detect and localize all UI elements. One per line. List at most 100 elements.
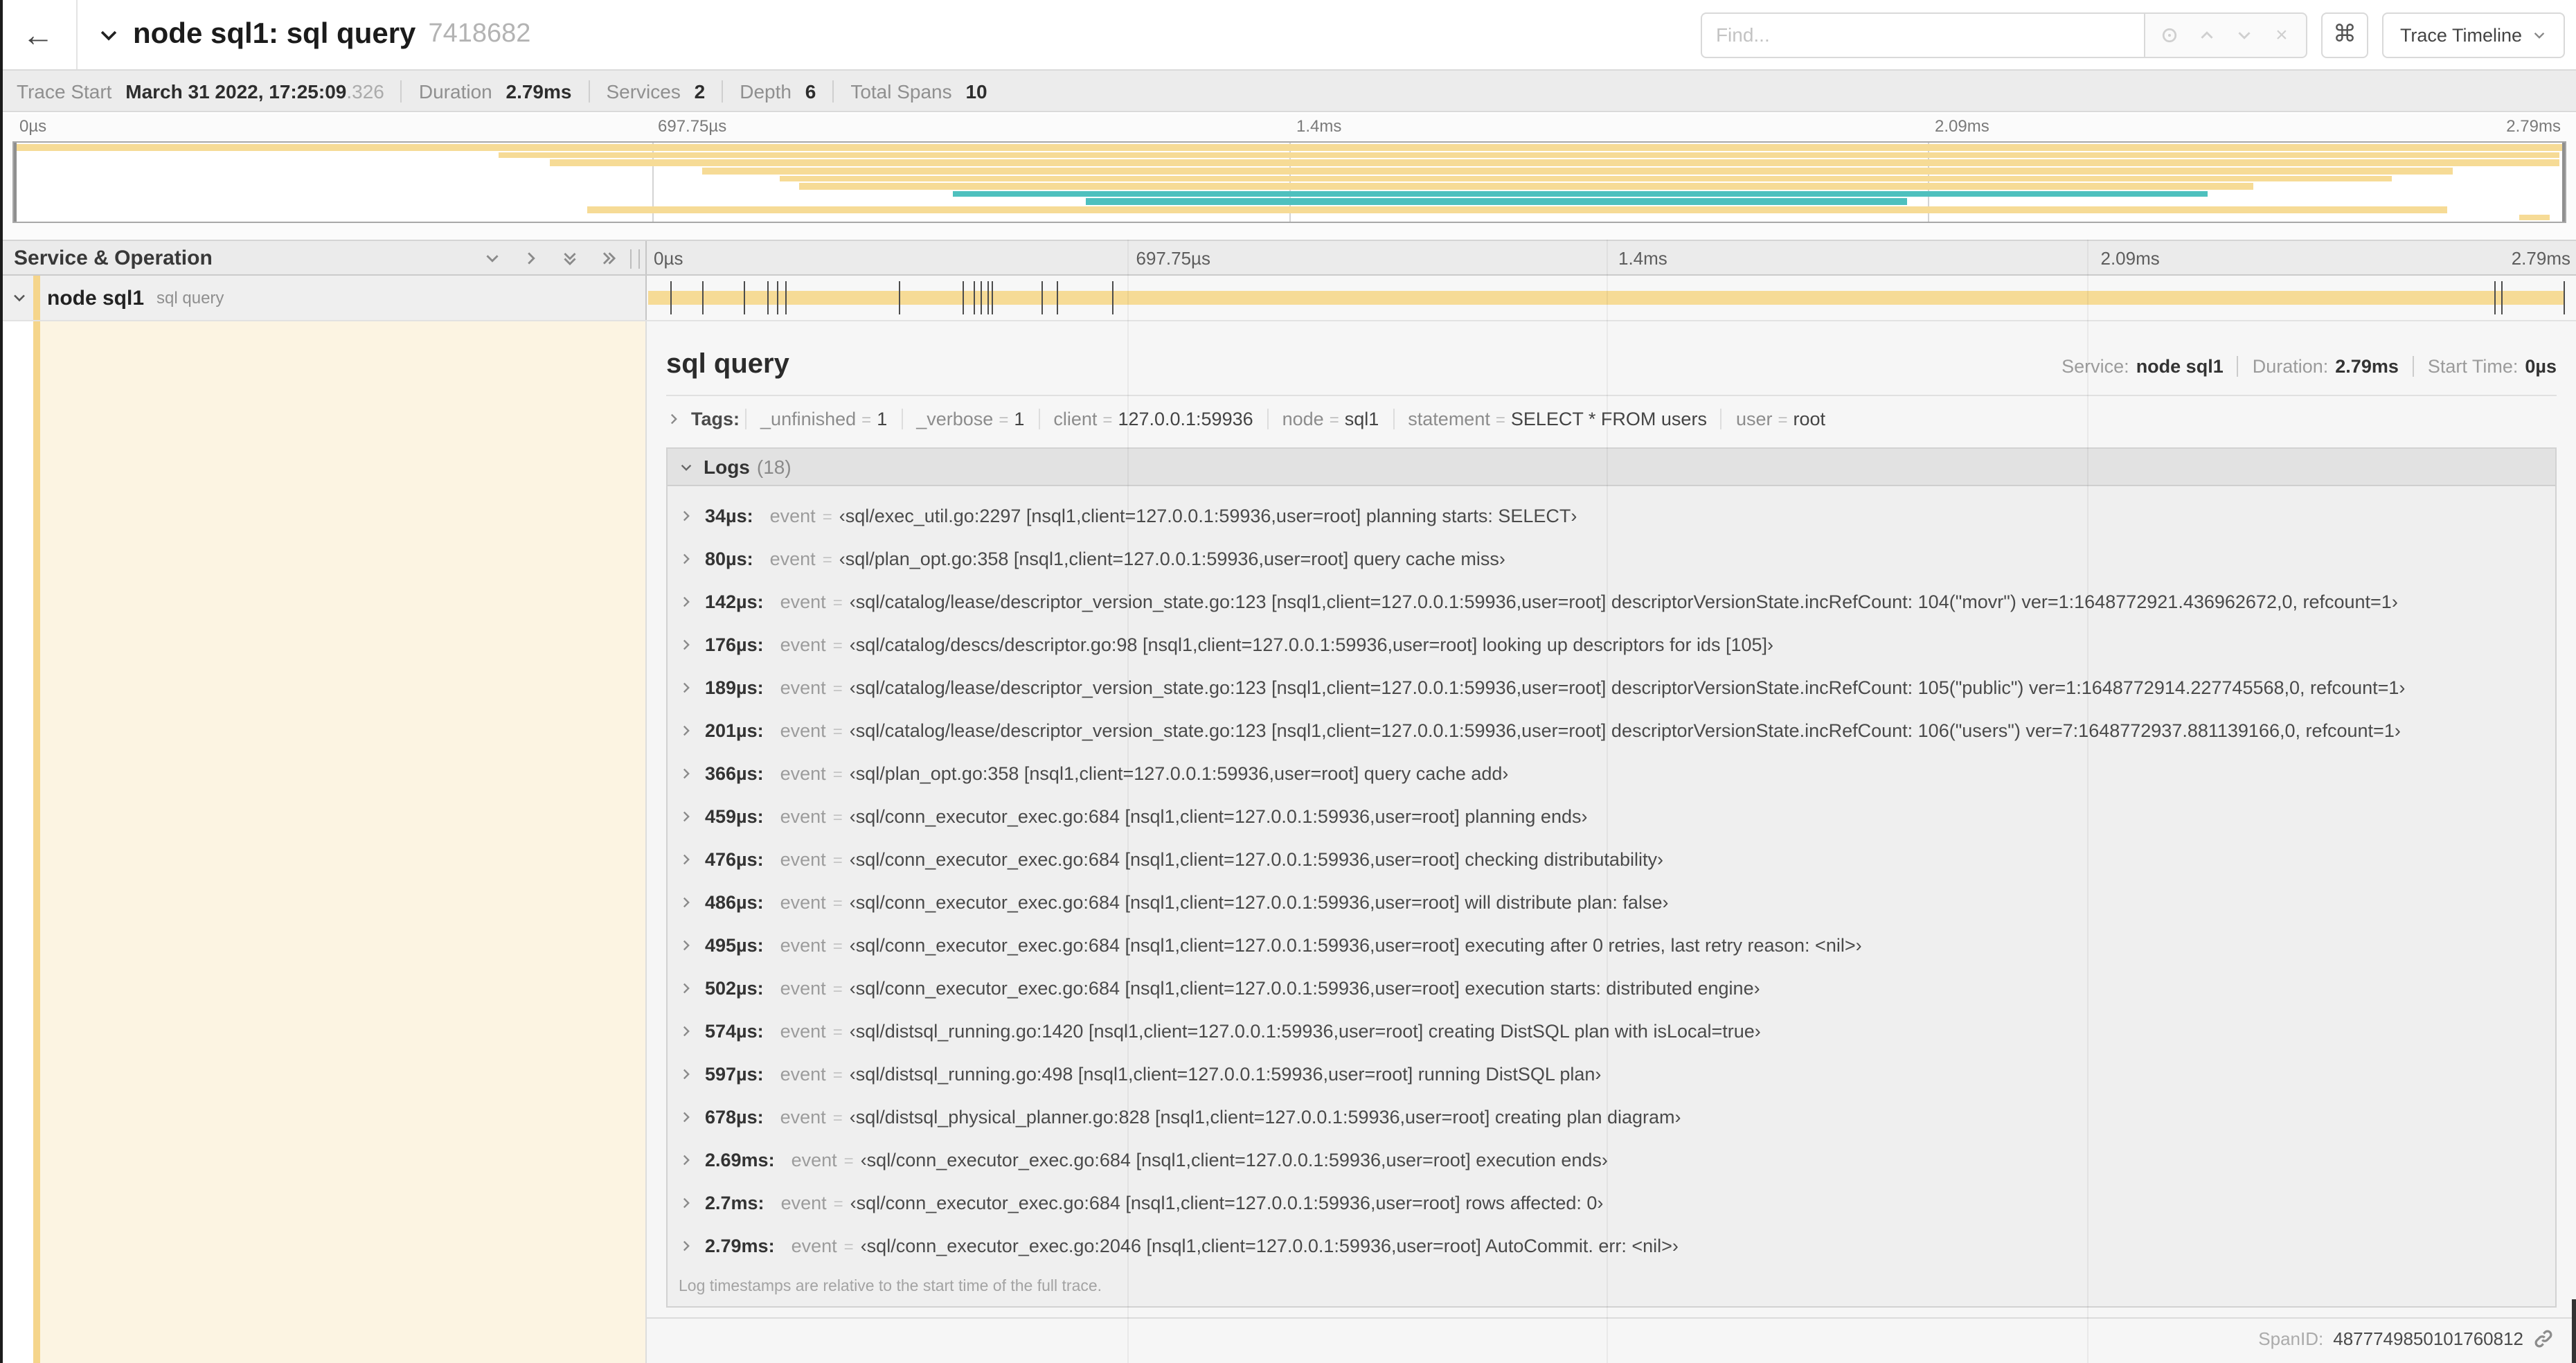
detail-meta-item: Service: node sql1: [2048, 356, 2237, 377]
view-selector-button[interactable]: Trace Timeline: [2381, 12, 2565, 57]
detail-gutter-white: [0, 321, 33, 1363]
log-expand-chevron-right-icon: [679, 508, 694, 524]
summary-value: 10: [965, 80, 987, 102]
log-expand-chevron-right-icon: [679, 938, 694, 953]
span-id-label: SpanID:: [2258, 1328, 2324, 1348]
tag-key: node: [1282, 409, 1324, 429]
trace-id: 7418682: [428, 19, 531, 48]
span-id-row: SpanID: 4877749850101760812: [666, 1319, 2557, 1357]
timeline-tick-label: 697.75µs: [1136, 248, 1211, 269]
log-row[interactable]: 574µs: event = ‹sql/distsql_running.go:1420…: [668, 1010, 2555, 1053]
log-field-value: ‹sql/conn_executor_exec.go:684 [nsql1,cl…: [849, 978, 1760, 999]
span-duration-bar[interactable]: [648, 281, 2565, 314]
log-equals: =: [832, 979, 843, 998]
log-row[interactable]: 2.7ms: event = ‹sql/conn_executor_exec.go:6…: [668, 1182, 2555, 1224]
find-clear-close-icon[interactable]: ×: [2263, 23, 2300, 46]
locate-target-icon[interactable]: [2151, 24, 2188, 45]
log-expand-chevron-right-icon: [679, 895, 694, 910]
tags-row[interactable]: Tags: _unfinished = 1 _verbose = 1 client = 127.…: [666, 409, 2557, 429]
log-row[interactable]: 459µs: event = ‹sql/conn_executor_exec.go:6…: [668, 795, 2555, 838]
span-detail-panel: sql query Service: node sql1 Duration: 2.79…: [647, 321, 2576, 1363]
minimap-tick-label: 2.79ms: [2506, 116, 2561, 136]
minimap-tick-label: 1.4ms: [1296, 116, 1342, 136]
minimap-right-handle[interactable]: [2562, 143, 2565, 222]
log-field-value: ‹sql/conn_executor_exec.go:684 [nsql1,cl…: [849, 935, 1862, 956]
timeline-tick-label: 1.4ms: [1618, 248, 1667, 269]
log-row[interactable]: 201µs: event = ‹sql/catalog/lease/descripto…: [668, 709, 2555, 752]
log-row[interactable]: 502µs: event = ‹sql/conn_executor_exec.go:6…: [668, 967, 2555, 1010]
find-input[interactable]: [1700, 12, 2144, 57]
log-row[interactable]: 80µs: event = ‹sql/plan_opt.go:358 [nsql1,c…: [668, 537, 2555, 580]
log-field-key: event: [780, 849, 826, 870]
column-resizer-grip[interactable]: [630, 249, 640, 269]
log-timestamp: 502µs:: [705, 978, 764, 999]
log-marker-tick: [1041, 281, 1043, 314]
trace-collapse-chevron-down-icon[interactable]: [97, 23, 120, 46]
trace-minimap: 0µs 697.75µs 1.4ms 2.09ms 2.79ms: [0, 114, 2576, 240]
log-marker-tick: [767, 281, 769, 314]
collapse-all-double-chevron-down-icon[interactable]: [561, 249, 579, 267]
log-row[interactable]: 476µs: event = ‹sql/conn_executor_exec.go:6…: [668, 838, 2555, 881]
collapse-one-chevron-down-icon[interactable]: [483, 249, 501, 267]
minimap-span-bar: [549, 159, 2560, 167]
detail-left-gutter: [0, 321, 647, 1363]
log-timestamp: 574µs:: [705, 1021, 764, 1042]
log-field-key: event: [791, 1236, 837, 1256]
log-field-key: event: [769, 549, 816, 569]
log-row[interactable]: 486µs: event = ‹sql/conn_executor_exec.go:6…: [668, 881, 2555, 924]
logs-header[interactable]: Logs (18): [668, 449, 2555, 486]
minimap-left-handle[interactable]: [14, 143, 17, 222]
back-button[interactable]: ←: [0, 0, 78, 69]
log-row[interactable]: 34µs: event = ‹sql/exec_util.go:2297 [nsql1…: [668, 495, 2555, 537]
log-equals: =: [832, 936, 843, 955]
log-field-value: ‹sql/conn_executor_exec.go:684 [nsql1,cl…: [850, 1193, 1604, 1213]
tag-equals: =: [1329, 410, 1339, 429]
tag-equals: =: [1102, 410, 1113, 429]
log-equals: =: [832, 1107, 843, 1127]
tag-item: user = root: [1720, 409, 1839, 429]
service-operation-header: Service & Operation: [0, 241, 647, 274]
log-row[interactable]: 2.79ms: event = ‹sql/conn_executor_exec.go:…: [668, 1224, 2555, 1267]
expand-all-double-chevron-right-icon[interactable]: [600, 249, 618, 267]
logs-count: (18): [756, 456, 791, 478]
timeline-tick-label: 2.09ms: [2100, 248, 2160, 269]
log-row[interactable]: 142µs: event = ‹sql/catalog/lease/descripto…: [668, 580, 2555, 623]
log-row[interactable]: 176µs: event = ‹sql/catalog/descs/descripto…: [668, 623, 2555, 666]
find-next-chevron-down-icon[interactable]: [2226, 26, 2263, 44]
keyboard-shortcuts-button[interactable]: ⌘: [2320, 12, 2368, 57]
log-field-value: ‹sql/distsql_running.go:498 [nsql1,clien…: [849, 1064, 1602, 1085]
log-field-key: event: [780, 1064, 826, 1085]
span-row[interactable]: node sql1 sql query: [0, 276, 2576, 321]
service-color-stripe: [33, 276, 40, 320]
tag-key: _unfinished: [760, 409, 857, 429]
log-equals: =: [832, 678, 843, 697]
log-field-value: ‹sql/catalog/lease/descriptor_version_st…: [849, 677, 2406, 698]
log-row[interactable]: 597µs: event = ‹sql/distsql_running.go:498 …: [668, 1053, 2555, 1096]
expand-one-chevron-right-icon[interactable]: [522, 249, 540, 267]
scrollbar-thumb[interactable]: [2572, 1299, 2576, 1363]
tag-key: _verbose: [916, 409, 994, 429]
log-row[interactable]: 678µs: event = ‹sql/distsql_physical_planne…: [668, 1096, 2555, 1139]
tag-equals: =: [861, 410, 872, 429]
find-prev-chevron-up-icon[interactable]: [2188, 26, 2226, 44]
log-equals: =: [843, 1150, 854, 1170]
top-bar-actions: × ⌘ Trace Timeline: [1700, 12, 2565, 57]
detail-service-color-stripe: [33, 321, 40, 1363]
log-row[interactable]: 2.69ms: event = ‹sql/conn_executor_exec.go:…: [668, 1139, 2555, 1182]
log-marker-tick: [2501, 281, 2503, 314]
log-row[interactable]: 366µs: event = ‹sql/plan_opt.go:358 [nsql1,…: [668, 752, 2555, 795]
minimap-canvas[interactable]: [12, 141, 2566, 223]
log-expand-chevron-right-icon: [679, 809, 694, 824]
log-equals: =: [843, 1236, 854, 1256]
log-marker-tick: [981, 281, 983, 314]
detail-meta-label: Duration:: [2252, 356, 2329, 377]
log-expand-chevron-right-icon: [679, 981, 694, 996]
log-row[interactable]: 189µs: event = ‹sql/catalog/lease/descripto…: [668, 666, 2555, 709]
log-expand-chevron-right-icon: [679, 594, 694, 609]
link-icon[interactable]: [2533, 1328, 2554, 1348]
log-field-key: event: [780, 978, 826, 999]
span-collapse-chevron-down-icon[interactable]: [11, 289, 28, 306]
log-row[interactable]: 495µs: event = ‹sql/conn_executor_exec.go:6…: [668, 924, 2555, 967]
log-timestamp: 189µs:: [705, 677, 764, 698]
log-field-value: ‹sql/conn_executor_exec.go:684 [nsql1,cl…: [860, 1150, 1608, 1170]
